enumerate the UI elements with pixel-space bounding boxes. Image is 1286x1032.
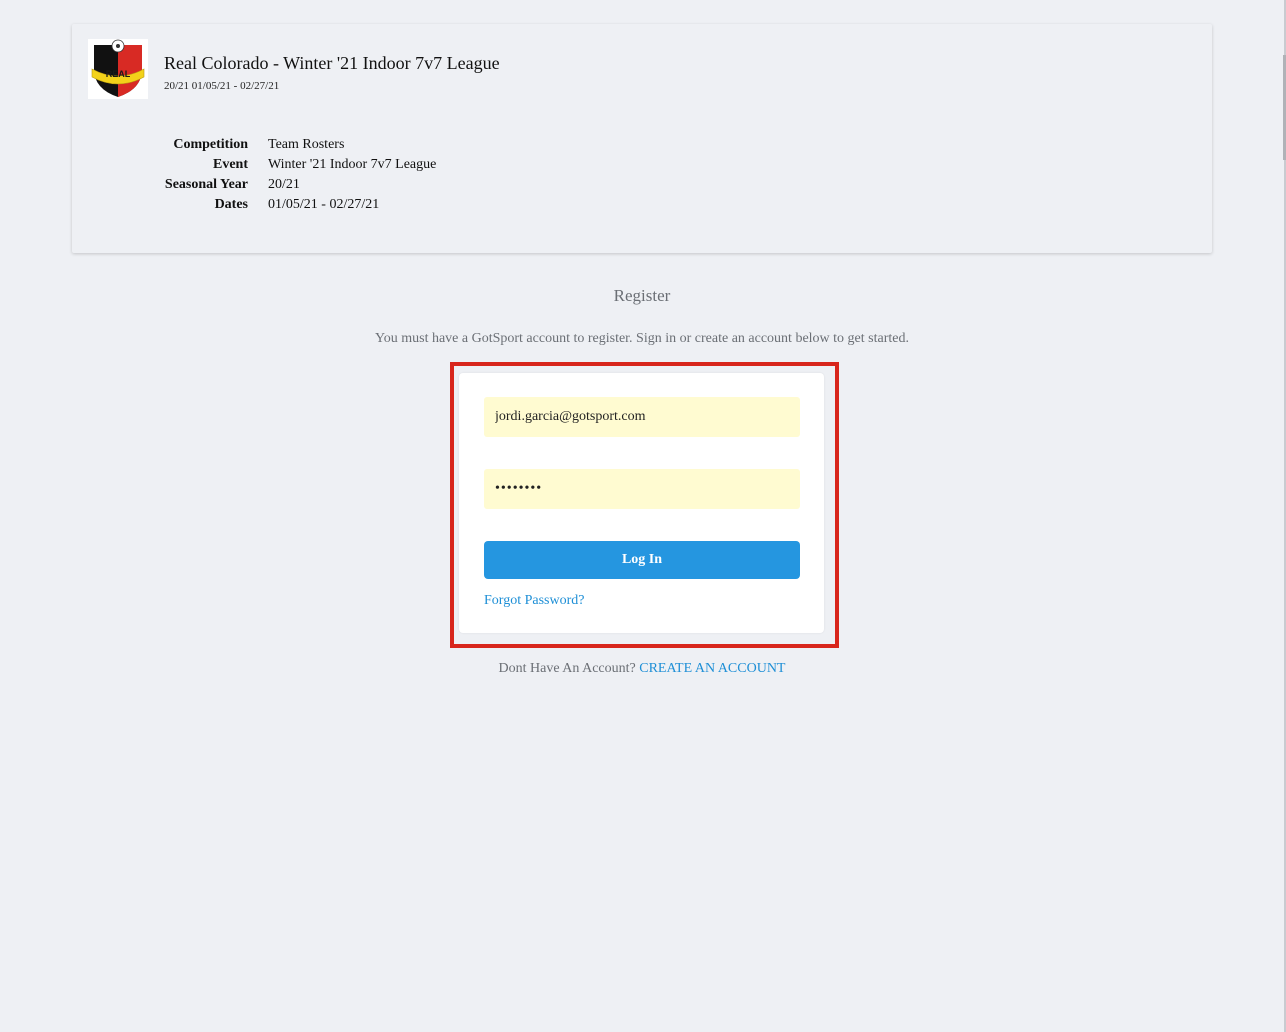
detail-label: Event bbox=[213, 157, 248, 172]
detail-label: Dates bbox=[214, 197, 248, 212]
detail-label: Competition bbox=[173, 137, 248, 152]
event-header-card: REAL Real Colorado - Winter '21 Indoor 7… bbox=[72, 24, 1212, 253]
register-instructions: You must have a GotSport account to regi… bbox=[375, 331, 909, 346]
account-prompt-text: Dont Have An Account? bbox=[498, 661, 636, 676]
create-account-prompt: Dont Have An Account? CREATE AN ACCOUNT bbox=[0, 661, 1284, 677]
detail-row-seasonal-year: Seasonal Year 20/21 bbox=[152, 177, 552, 197]
event-title: Real Colorado - Winter '21 Indoor 7v7 Le… bbox=[164, 53, 500, 73]
detail-value: Team Rosters bbox=[268, 137, 345, 152]
detail-value: 01/05/21 - 02/27/21 bbox=[268, 197, 380, 212]
password-field[interactable] bbox=[484, 469, 800, 509]
detail-row-event: Event Winter '21 Indoor 7v7 League bbox=[152, 157, 552, 177]
svg-text:REAL: REAL bbox=[106, 69, 131, 79]
login-button[interactable]: Log In bbox=[484, 541, 800, 579]
register-heading: Register bbox=[613, 286, 671, 305]
detail-value: Winter '21 Indoor 7v7 League bbox=[268, 157, 437, 172]
club-logo: REAL bbox=[88, 39, 148, 99]
detail-value: 20/21 bbox=[268, 177, 300, 192]
detail-row-dates: Dates 01/05/21 - 02/27/21 bbox=[152, 197, 552, 217]
event-subtitle: 20/21 01/05/21 - 02/27/21 bbox=[164, 80, 280, 92]
club-crest-icon: REAL bbox=[88, 39, 148, 99]
detail-label: Seasonal Year bbox=[164, 177, 248, 192]
event-details-list: Competition Team Rosters Event Winter '2… bbox=[152, 137, 552, 217]
create-account-link[interactable]: CREATE AN ACCOUNT bbox=[639, 661, 785, 676]
email-field[interactable] bbox=[484, 397, 800, 437]
login-form: Log In Forgot Password? bbox=[459, 373, 824, 633]
forgot-password-link[interactable]: Forgot Password? bbox=[484, 593, 584, 609]
detail-row-competition: Competition Team Rosters bbox=[152, 137, 552, 157]
